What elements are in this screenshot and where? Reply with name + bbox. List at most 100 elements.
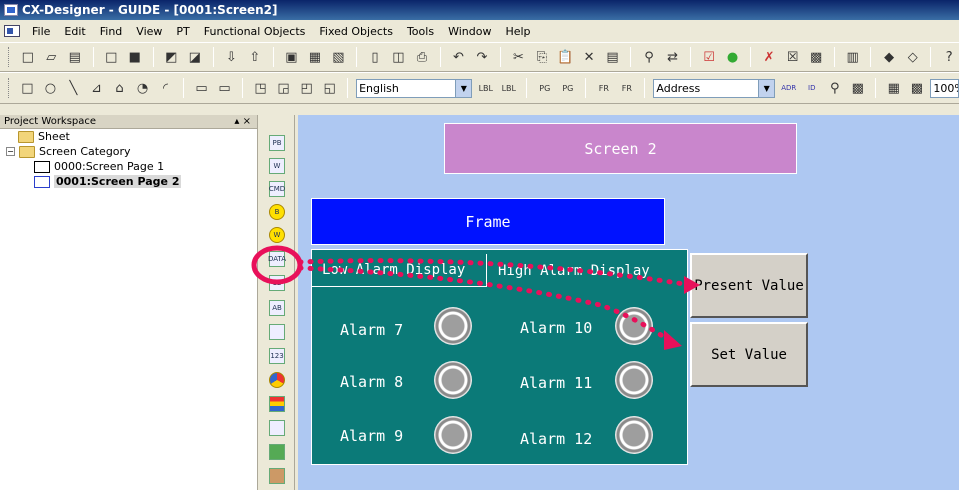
broken-line-graph-icon[interactable]: graph	[269, 420, 285, 436]
alarm-lamp[interactable]	[615, 416, 653, 454]
set-value-button[interactable]: Set Value	[690, 322, 808, 387]
word-button-icon[interactable]: W	[269, 158, 285, 174]
align-icon[interactable]: ▭	[192, 78, 211, 98]
csv-export-icon[interactable]: ⇧	[245, 47, 265, 67]
analog-meter-icon[interactable]: gauge	[269, 372, 285, 388]
tree-item-screen-page-1[interactable]: 0000:Screen Page 1	[4, 159, 257, 174]
menu-functional-objects[interactable]: Functional Objects	[202, 24, 308, 39]
new-screen-icon[interactable]: □	[102, 47, 122, 67]
data-display-icon[interactable]: DATA	[268, 251, 286, 267]
sector-icon[interactable]: ◔	[133, 78, 152, 98]
snap-icon[interactable]: ▩	[907, 78, 926, 98]
test-icon[interactable]: ●	[723, 47, 743, 67]
copy-icon[interactable]: ⎘	[532, 47, 552, 67]
find-icon[interactable]: ⚲	[639, 47, 659, 67]
properties-icon[interactable]: ▤	[603, 47, 623, 67]
check-icon[interactable]: ☑	[699, 47, 719, 67]
screen-title-box[interactable]: Screen 2	[444, 123, 797, 174]
alarm-panel[interactable]: Low Alarm Display High Alarm Display Ala…	[311, 249, 688, 465]
help-icon[interactable]: ?	[939, 47, 959, 67]
language-select[interactable]: English ▼	[356, 78, 473, 98]
menu-fixed-objects[interactable]: Fixed Objects	[317, 24, 395, 39]
label-prev-icon[interactable]: LBL	[476, 78, 495, 98]
polygon-icon[interactable]: ⌂	[110, 78, 129, 98]
transfer-from-icon[interactable]: ◇	[903, 47, 923, 67]
line-icon[interactable]: ╲	[64, 78, 83, 98]
chevron-down-icon[interactable]: ▼	[455, 79, 472, 97]
tree-item-sheet[interactable]: Sheet	[4, 129, 257, 144]
level-meter-icon[interactable]: bar	[269, 396, 285, 412]
alarm-lamp[interactable]	[434, 361, 472, 399]
group-icon[interactable]: ◳	[251, 78, 270, 98]
menu-tools[interactable]: Tools	[405, 24, 436, 39]
transfer-icon[interactable]: ◆	[879, 47, 899, 67]
frame-object[interactable]: Frame	[311, 198, 665, 245]
alarm-lamp[interactable]	[615, 361, 653, 399]
alarm-lamp[interactable]	[434, 307, 472, 345]
page-prev-icon[interactable]: PG	[535, 78, 554, 98]
alarm-event-icon[interactable]: alarm	[269, 468, 285, 484]
paste-icon[interactable]: 📋	[556, 47, 576, 67]
display-toggle-icon[interactable]: ▩	[848, 78, 867, 98]
bring-front-icon[interactable]: ◰	[297, 78, 316, 98]
alarm-lamp[interactable]	[434, 416, 472, 454]
frame-next-icon[interactable]: FR	[617, 78, 636, 98]
library-copy-icon[interactable]: ▦	[305, 47, 325, 67]
screen-canvas[interactable]: Screen 2 Frame Low Alarm Display High Al…	[298, 115, 959, 490]
toolbar-grip[interactable]	[8, 47, 11, 67]
tree-item-screen-page-2[interactable]: 0001:Screen Page 2	[4, 174, 257, 189]
tool-icon[interactable]: ✗	[759, 47, 779, 67]
rectangle-icon[interactable]: □	[18, 78, 37, 98]
collapse-icon[interactable]: −	[6, 147, 15, 156]
copy-object-icon[interactable]: ◪	[185, 47, 205, 67]
menu-edit[interactable]: Edit	[62, 24, 87, 39]
send-back-icon[interactable]: ◱	[320, 78, 339, 98]
checklist-icon[interactable]: ☒	[783, 47, 803, 67]
tree-item-screen-category[interactable]: − Screen Category	[4, 144, 257, 159]
chevron-down-icon[interactable]: ▼	[758, 79, 775, 97]
numeral-display-icon[interactable]: 12	[269, 275, 285, 291]
menu-window[interactable]: Window	[446, 24, 493, 39]
csv-import-icon[interactable]: ⇩	[222, 47, 242, 67]
page-next-icon[interactable]: PG	[558, 78, 577, 98]
redo-icon[interactable]: ↷	[472, 47, 492, 67]
grid-icon[interactable]: ▦	[884, 78, 903, 98]
label-next-icon[interactable]: LBL	[499, 78, 518, 98]
delete-icon[interactable]: ✕	[579, 47, 599, 67]
save-all-icon[interactable]: ▤	[65, 47, 85, 67]
frame-prev-icon[interactable]: FR	[594, 78, 613, 98]
library-icon[interactable]: ▣	[282, 47, 302, 67]
print-icon[interactable]: ⎙	[412, 47, 432, 67]
cut-icon[interactable]: ✂	[509, 47, 529, 67]
distribute-icon[interactable]: ▭	[215, 78, 234, 98]
tab-low-alarm-display[interactable]: Low Alarm Display	[312, 254, 487, 287]
save-icon[interactable]: ■	[125, 47, 145, 67]
menu-pt[interactable]: PT	[174, 24, 191, 39]
edit-icon[interactable]: ◩	[162, 47, 182, 67]
polyline-icon[interactable]: ⊿	[87, 78, 106, 98]
present-value-button[interactable]: Present Value	[690, 253, 808, 318]
new-icon[interactable]: □	[18, 47, 38, 67]
open-icon[interactable]: ▱	[41, 47, 61, 67]
zoom-icon[interactable]: ⚲	[825, 78, 844, 98]
page-icon[interactable]: ▯	[365, 47, 385, 67]
folder-check-icon[interactable]: ▩	[806, 47, 826, 67]
ungroup-icon[interactable]: ◲	[274, 78, 293, 98]
arc-icon[interactable]: ◜	[156, 78, 175, 98]
menu-file[interactable]: File	[30, 24, 52, 39]
document-list-icon[interactable]: ▥	[843, 47, 863, 67]
document-icon[interactable]	[4, 25, 20, 37]
library-paste-icon[interactable]: ▧	[329, 47, 349, 67]
word-lamp-icon[interactable]: W	[269, 227, 285, 243]
bit-lamp-icon[interactable]: B	[269, 204, 285, 220]
pushbutton-icon[interactable]: PB	[269, 135, 285, 151]
close-icon[interactable]: ▴ ×	[234, 116, 251, 127]
menu-help[interactable]: Help	[503, 24, 532, 39]
menu-find[interactable]: Find	[98, 24, 125, 39]
command-button-icon[interactable]: CMD	[269, 181, 285, 197]
menu-view[interactable]: View	[134, 24, 164, 39]
thumbwheel-icon[interactable]: 123	[269, 348, 285, 364]
toolbar-grip[interactable]	[8, 78, 11, 98]
address-display-select[interactable]: Address ▼	[653, 78, 776, 98]
circle-icon[interactable]: ○	[41, 78, 60, 98]
